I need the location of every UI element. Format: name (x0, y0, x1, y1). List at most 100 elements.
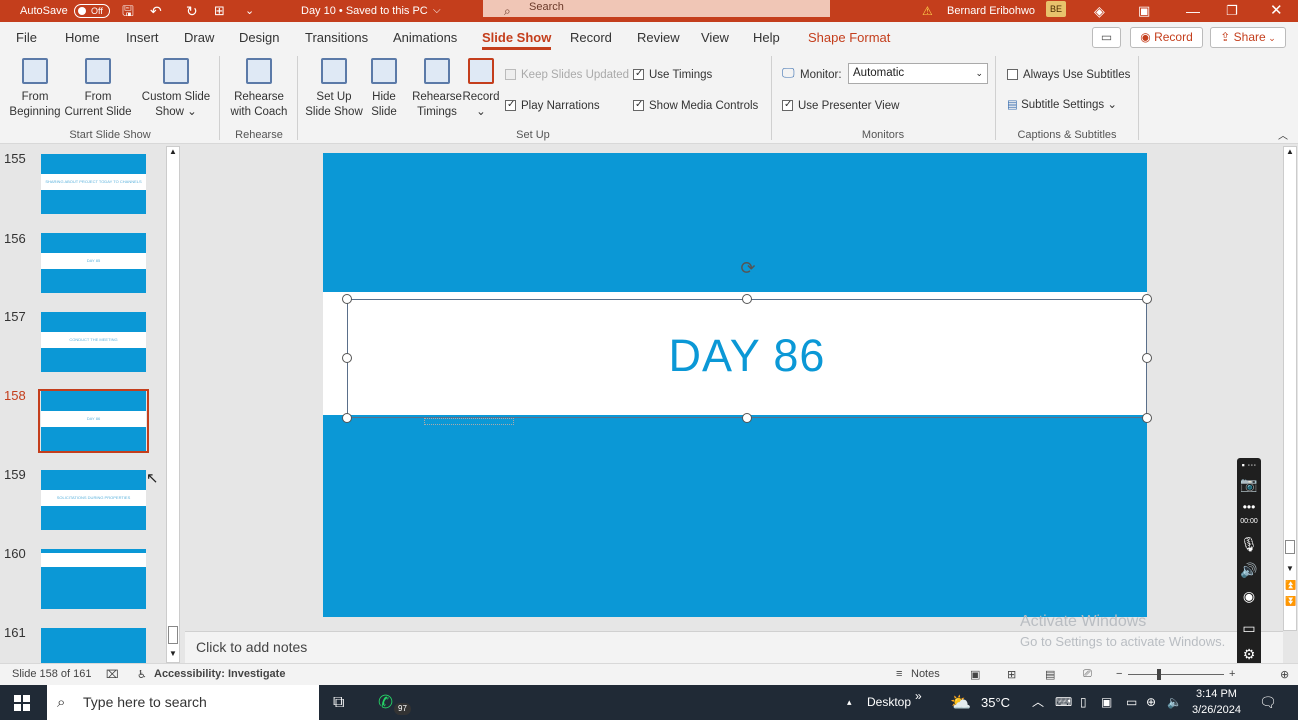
use-timings-checkbox[interactable]: Use Timings (633, 67, 712, 82)
webcam-icon[interactable]: ◉ (1237, 588, 1261, 605)
network-device-icon[interactable]: ⌨ (1055, 685, 1072, 720)
battery-icon[interactable]: ▭ (1126, 685, 1137, 720)
scrollbar-thumb[interactable] (168, 626, 178, 644)
from-current-slide-button[interactable]: From Current Slide (64, 58, 132, 120)
rotate-handle-icon[interactable]: ⟳ (738, 258, 758, 278)
record-slide-button[interactable]: Record ⌄ (462, 58, 500, 120)
slide-thumbnail[interactable] (41, 549, 146, 609)
slide-thumbnail[interactable] (41, 628, 146, 663)
phone-icon[interactable]: ▯ (1080, 685, 1087, 720)
microphone-icon[interactable]: 🎙 (1237, 536, 1261, 553)
desktop-toolbar[interactable]: Desktop (867, 685, 911, 720)
speaker-icon[interactable]: 🔊 (1237, 562, 1261, 579)
set-up-slide-show-button[interactable]: Set Up Slide Show (303, 58, 365, 120)
resize-handle[interactable] (742, 294, 752, 304)
notes-icon[interactable]: ≡ (896, 668, 902, 680)
notifications-icon[interactable]: 🗨 (1259, 685, 1277, 720)
recorder-menu-icon[interactable]: ▪ ⋯ (1237, 460, 1261, 471)
fit-to-window-icon[interactable]: ⊕ (1280, 668, 1289, 681)
volume-icon[interactable]: 🔈 (1167, 685, 1182, 720)
close-icon[interactable]: ✕ (1270, 0, 1283, 22)
show-media-controls-checkbox[interactable]: Show Media Controls (633, 98, 758, 113)
slide-thumbnail[interactable]: SHARING ABOUT PROJECT TODAY TO CHANNELS (41, 154, 146, 214)
taskbar-search-input[interactable]: Type here to search (47, 685, 319, 720)
tab-help[interactable]: Help (753, 30, 780, 45)
save-icon[interactable]: 🖫 (122, 0, 134, 22)
reading-view-icon[interactable]: ▤ (1045, 668, 1055, 681)
scroll-down-icon[interactable]: ▼ (169, 649, 177, 658)
globe-icon[interactable]: ⊕ (1146, 685, 1156, 720)
monitor-select[interactable]: Automatic ⌄ (848, 63, 988, 84)
weather-temperature[interactable]: 35°C (981, 685, 1010, 720)
collapse-ribbon-icon[interactable]: ︿ (1278, 130, 1288, 144)
from-beginning-button[interactable]: From Beginning (8, 58, 62, 120)
tab-transitions[interactable]: Transitions (305, 30, 368, 45)
subtitle-settings-button[interactable]: ▤ Subtitle Settings ⌄ (1007, 98, 1117, 112)
tab-insert[interactable]: Insert (126, 30, 159, 45)
play-narrations-checkbox[interactable]: Play Narrations (505, 98, 600, 113)
tab-home[interactable]: Home (65, 30, 100, 45)
task-view-icon[interactable]: ⧉ (333, 685, 344, 720)
show-hidden-icons-icon[interactable]: ︿ (1032, 685, 1044, 720)
resize-handle[interactable] (1142, 353, 1152, 363)
more-icon[interactable]: ••• (1237, 500, 1261, 514)
designer-icon[interactable]: ◈ (1094, 0, 1105, 22)
normal-view-icon[interactable]: ▣ (970, 668, 980, 681)
always-use-subtitles-checkbox[interactable]: Always Use Subtitles (1007, 68, 1130, 82)
resize-handle[interactable] (1142, 413, 1152, 423)
rehearse-timings-button[interactable]: Rehearse Timings (410, 58, 464, 120)
slide-scrollbar[interactable] (1283, 146, 1297, 631)
tab-record[interactable]: Record (570, 30, 612, 45)
camera-icon[interactable]: 📷 (1237, 476, 1261, 493)
autosave-toggle[interactable]: Off (74, 4, 110, 18)
search-input[interactable]: Search (483, 0, 830, 17)
slide-thumbnail[interactable]: SOLICITATIONS DURING PROPERTIES (41, 470, 146, 530)
resize-handle[interactable] (1142, 294, 1152, 304)
zoom-out-icon[interactable]: − (1116, 668, 1122, 680)
present-icon[interactable]: ⊞ (214, 0, 225, 22)
settings-gear-icon[interactable]: ⚙ (1237, 646, 1261, 663)
tab-shape-format[interactable]: Shape Format (808, 30, 890, 45)
comments-button[interactable]: ▭ (1092, 27, 1121, 48)
toolbar-expand-icon[interactable]: » (915, 679, 922, 714)
scrollbar-thumb[interactable] (1285, 540, 1295, 554)
minimize-icon[interactable]: — (1186, 0, 1200, 22)
clock-time[interactable]: 3:14 PM (1196, 688, 1237, 700)
slideshow-view-icon[interactable]: ⎚ (1083, 668, 1092, 681)
display-icon[interactable]: ▣ (1101, 685, 1112, 720)
avatar[interactable]: BE (1046, 1, 1066, 17)
slide-sorter-icon[interactable]: ⊞ (1007, 668, 1016, 681)
keep-slides-updated-checkbox[interactable]: Keep Slides Updated (505, 68, 629, 82)
previous-slide-icon[interactable]: ⏫ (1285, 580, 1296, 591)
chevron-down-icon[interactable]: ⌵ (433, 0, 441, 22)
spelling-icon[interactable]: ⌧ (106, 668, 119, 681)
scroll-up-icon[interactable]: ▲ (1286, 147, 1294, 156)
scroll-down-icon[interactable]: ▼ (1286, 564, 1294, 573)
slide-thumbnail[interactable]: DAY 85 (41, 233, 146, 293)
weather-icon[interactable]: ⛅ (950, 685, 971, 720)
resize-handle[interactable] (342, 294, 352, 304)
restore-icon[interactable]: ❐ (1226, 0, 1238, 22)
slide-title[interactable]: DAY 86 (347, 330, 1147, 382)
hide-slide-button[interactable]: Hide Slide (366, 58, 402, 120)
window-icon[interactable]: ▭ (1237, 620, 1261, 637)
resize-handle[interactable] (342, 413, 352, 423)
resize-handle[interactable] (342, 353, 352, 363)
slide-thumbnail[interactable]: CONDUCT THE MEETING (41, 312, 146, 372)
tab-file[interactable]: File (16, 30, 37, 45)
custom-slide-show-button[interactable]: Custom Slide Show ⌄ (140, 58, 212, 120)
next-slide-icon[interactable]: ⏬ (1285, 596, 1296, 607)
slide-thumbnail-selected[interactable]: DAY 86 (41, 391, 146, 451)
tab-draw[interactable]: Draw (184, 30, 214, 45)
clock-date[interactable]: 3/26/2024 (1192, 704, 1241, 716)
whatsapp-icon[interactable]: ✆ (378, 685, 393, 720)
ribbon-display-icon[interactable]: ▣ (1138, 0, 1150, 22)
share-button[interactable]: ⇪ Share ⌄ (1210, 27, 1286, 48)
user-name[interactable]: Bernard Eribohwo (947, 0, 1035, 22)
resize-handle[interactable] (742, 413, 752, 423)
thumbnail-scrollbar[interactable] (166, 146, 180, 663)
undo-icon[interactable]: ↶ (150, 0, 162, 22)
zoom-slider-thumb[interactable] (1157, 669, 1161, 680)
customize-qat-icon[interactable]: ⌄ (245, 0, 254, 22)
accessibility-status[interactable]: Accessibility: Investigate (154, 668, 285, 680)
